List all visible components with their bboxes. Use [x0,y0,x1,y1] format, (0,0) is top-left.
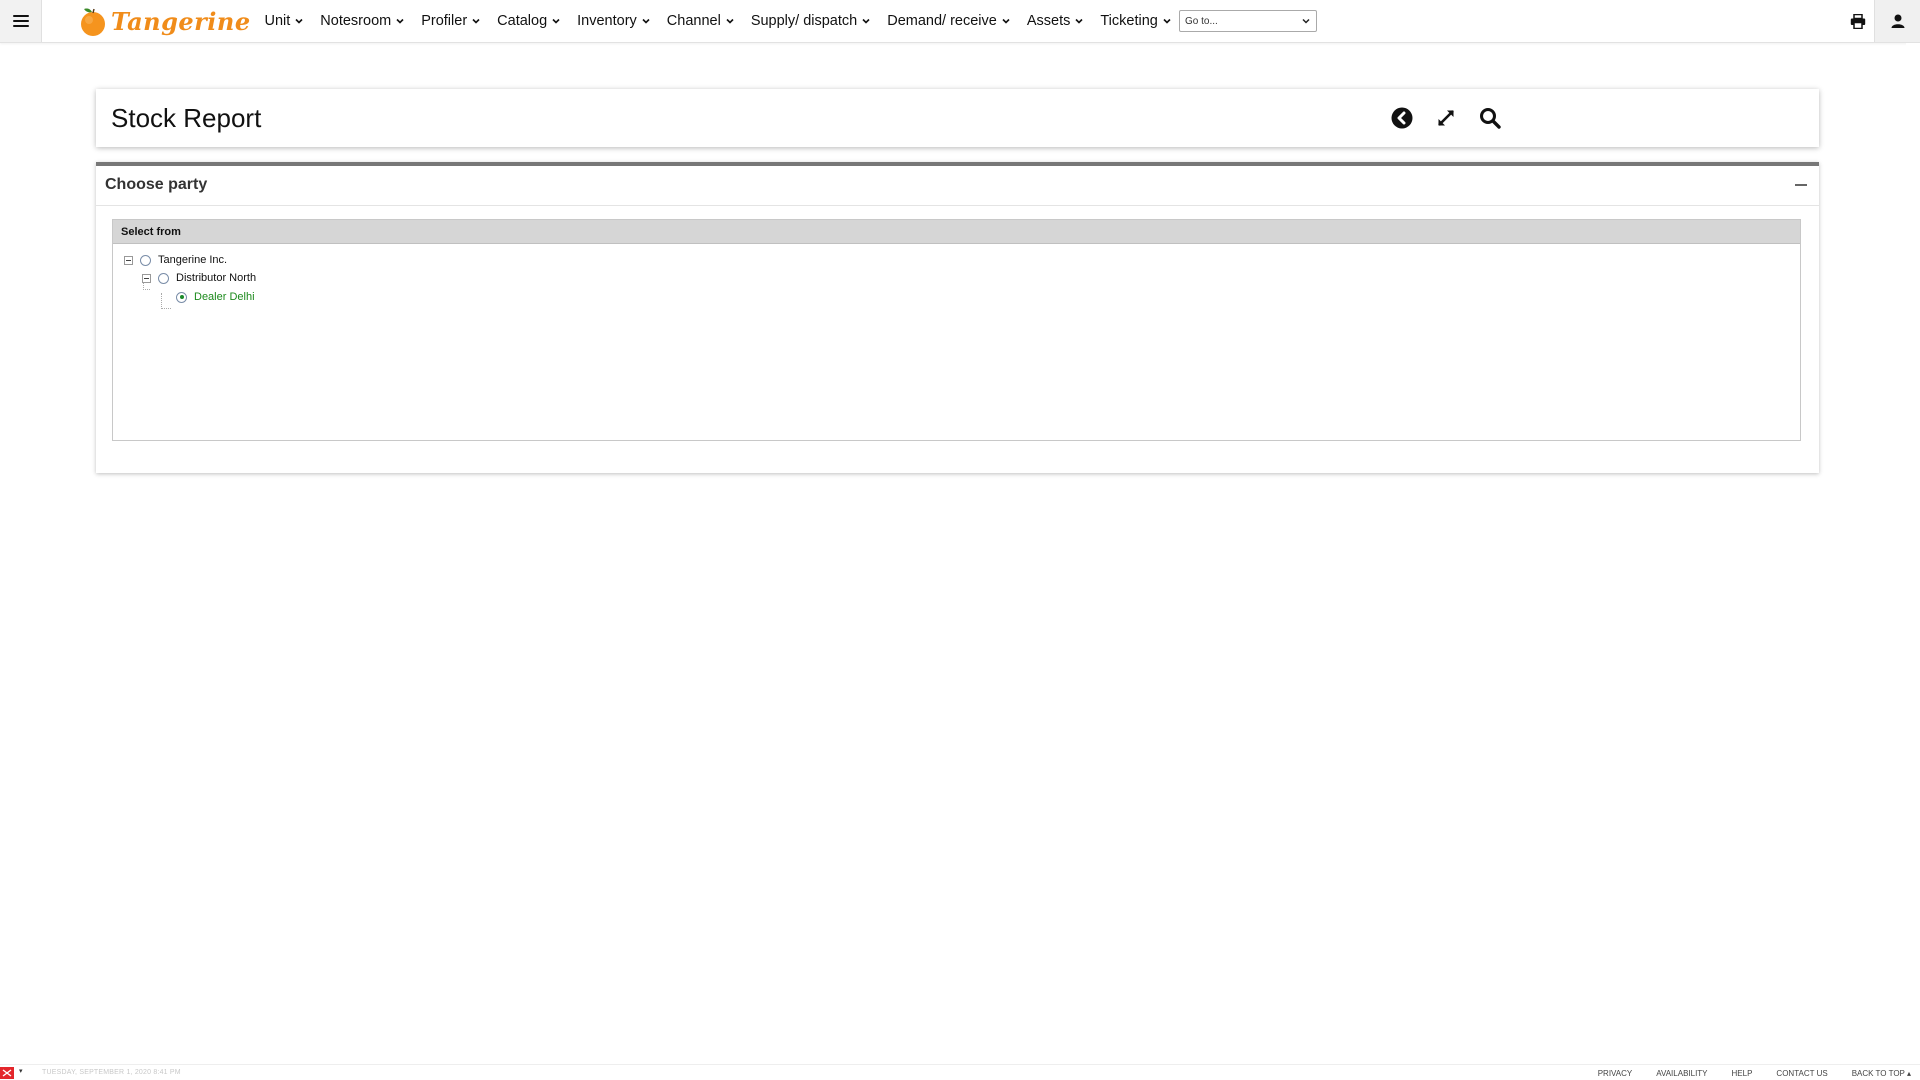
user-menu-button[interactable] [1874,0,1920,42]
hamburger-icon [12,15,29,27]
menu-supply-dispatch[interactable]: Supply/ dispatch [742,0,878,42]
menu-assets[interactable]: Assets [1018,0,1092,42]
menu-label: Ticketing [1100,13,1158,29]
menu-inventory[interactable]: Inventory [569,0,659,42]
hamburger-menu-button[interactable] [0,0,42,42]
orange-logo-icon [81,8,105,36]
language-flag-icon[interactable] [0,1067,14,1079]
page-title: Stock Report [111,103,262,133]
tree-collapse-toggle[interactable] [142,273,151,283]
expand-button[interactable] [1433,105,1459,131]
user-icon [1891,14,1904,28]
menu-label: Profiler [421,13,468,29]
tree-collapse-toggle[interactable] [124,255,133,265]
menu-demand-receive[interactable]: Demand/ receive [879,0,1019,42]
footer-link-privacy[interactable]: PRIVACY [1598,1069,1633,1078]
panel-title: Choose party [105,176,208,193]
footer: ▾ TUESDAY, SEPTEMBER 1, 2020 8:41 PM PRI… [0,1064,1920,1080]
chevron-down-icon [1302,18,1310,24]
menu-ticketing[interactable]: Ticketing [1092,0,1179,42]
footer-date: TUESDAY, SEPTEMBER 1, 2020 8:41 PM [42,1069,181,1076]
chevron-down-icon [1075,18,1083,24]
tree-node-label[interactable]: Dealer Delhi [194,291,255,303]
menu-channel[interactable]: Channel [658,0,742,42]
search-icon [1480,108,1501,129]
menu-label: Unit [264,13,291,29]
menu-label: Channel [666,13,721,29]
expand-icon [1438,110,1454,126]
page-scrollbar[interactable] [1906,43,1920,1064]
chevron-down-icon [726,18,734,24]
printer-icon [1850,13,1866,29]
footer-link-contact-us[interactable]: CONTACT US [1776,1069,1827,1078]
chevron-down-icon [295,18,303,24]
menu-catalog[interactable]: Catalog [489,0,569,42]
logo[interactable]: Tangerine [77,3,251,39]
tree-header: Select from [113,220,1800,244]
tree-radio[interactable] [158,272,169,284]
menu-label: Demand/ receive [887,13,997,29]
goto-select[interactable]: Go to... [1179,10,1317,32]
choose-party-panel: Choose party Select from Tangerine Inc. … [96,162,1819,473]
menu-unit[interactable]: Unit [256,0,312,42]
tree-connector [161,293,171,309]
collapse-button[interactable] [1795,184,1807,186]
menu-label: Catalog [497,13,548,29]
tree-node-label[interactable]: Tangerine Inc. [158,254,227,266]
print-button[interactable] [1846,8,1870,34]
menu-profiler[interactable]: Profiler [413,0,489,42]
footer-link-availability[interactable]: AVAILABILITY [1656,1069,1707,1078]
chevron-down-icon [1002,18,1010,24]
back-icon [1391,107,1413,129]
tree-radio[interactable] [140,254,151,266]
tree-node-dealer-delhi: Dealer Delhi [176,289,255,305]
chevron-down-icon [642,18,650,24]
tree-node-label[interactable]: Distributor North [176,272,256,284]
footer-link-back-to-top[interactable]: BACK TO TOP ▴ [1852,1069,1911,1078]
goto-select-value: Go to... [1185,15,1218,27]
menu-label: Notesroom [320,13,392,29]
main-menu: Unit Notesroom Profiler Catalog Inventor… [256,0,1179,42]
caret-down-icon[interactable]: ▾ [19,1067,23,1075]
menu-notesroom[interactable]: Notesroom [312,0,413,42]
tree-node-distributor-north: Distributor North [142,270,256,286]
search-button[interactable] [1477,105,1503,131]
back-button[interactable] [1389,105,1415,131]
menu-label: Inventory [577,13,637,29]
menu-label: Supply/ dispatch [750,13,858,29]
footer-links: PRIVACY AVAILABILITY HELP CONTACT US BAC… [1574,1069,1911,1078]
chevron-down-icon [472,18,480,24]
tree-radio-selected[interactable] [176,291,187,303]
chevron-down-icon [552,18,560,24]
chevron-down-icon [1163,18,1171,24]
chevron-down-icon [396,18,404,24]
chevron-down-icon [862,18,870,24]
panel-header: Choose party [96,166,1819,206]
menu-label: Assets [1026,13,1071,29]
logo-text: Tangerine [111,6,251,36]
footer-link-help[interactable]: HELP [1732,1069,1753,1078]
top-navbar: Tangerine Unit Notesroom Profiler Catalo… [0,0,1920,43]
tree-node-tangerine-inc: Tangerine Inc. [124,252,227,268]
page-header: Stock Report [96,89,1819,147]
party-tree: Select from Tangerine Inc. Distributor N… [112,219,1801,441]
